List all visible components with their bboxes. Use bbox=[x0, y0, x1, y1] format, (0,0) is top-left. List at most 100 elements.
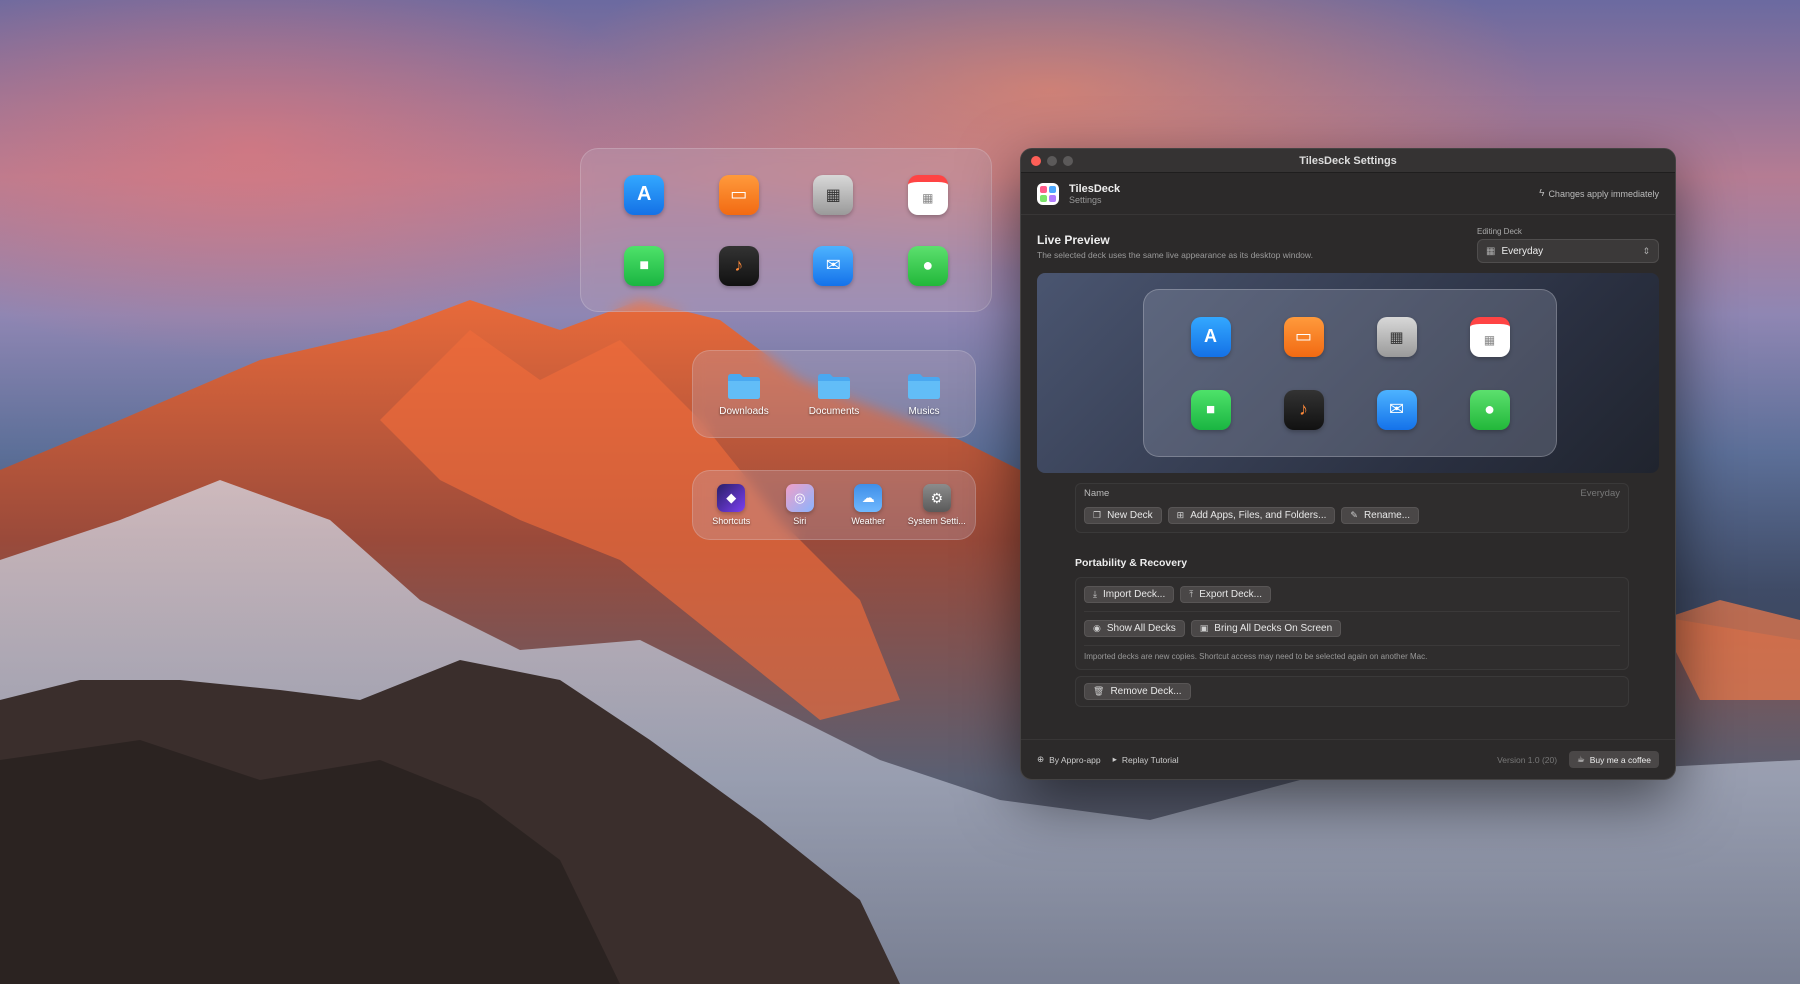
calendar-icon[interactable]: ▦ bbox=[907, 174, 948, 215]
calculator-icon: ▦ bbox=[1376, 316, 1417, 357]
pencil-icon: ✎ bbox=[1350, 510, 1358, 520]
app-subtitle: Settings bbox=[1069, 194, 1102, 205]
garageband-icon[interactable]: ♪ bbox=[718, 245, 759, 286]
preview-deck: A ▭ ▦ ▦ ■ ♪ ✉ ● bbox=[1143, 289, 1557, 457]
folder-label: Musics bbox=[908, 405, 940, 417]
chevron-updown-icon: ⇕ bbox=[1642, 245, 1650, 256]
rename-button[interactable]: ✎ Rename... bbox=[1341, 507, 1420, 524]
new-deck-button[interactable]: ❐ New Deck bbox=[1084, 507, 1162, 524]
app-siri[interactable]: ◎ Siri bbox=[766, 479, 835, 531]
app-store-icon[interactable]: A bbox=[624, 174, 665, 215]
weather-icon: ☁ bbox=[854, 484, 883, 512]
settings-window[interactable]: TilesDeck Settings TilesDeck Settings ϟ … bbox=[1020, 148, 1676, 780]
show-all-label: Show All Decks bbox=[1106, 623, 1176, 634]
live-preview-description: The selected deck uses the same live app… bbox=[1037, 250, 1313, 260]
remove-label: Remove Deck... bbox=[1110, 686, 1182, 697]
close-button[interactable] bbox=[1031, 156, 1041, 166]
minimize-button[interactable] bbox=[1047, 156, 1057, 166]
import-label: Import Deck... bbox=[1102, 589, 1166, 600]
books-icon[interactable]: ▭ bbox=[718, 174, 759, 215]
folder-documents[interactable]: Documents bbox=[789, 359, 879, 429]
facetime-icon: ■ bbox=[1190, 389, 1231, 430]
folder-icon bbox=[818, 373, 850, 399]
editing-deck-label: Editing Deck bbox=[1477, 227, 1522, 236]
import-note: Imported decks are new copies. Shortcut … bbox=[1084, 652, 1428, 661]
app-label: Shortcuts bbox=[712, 516, 751, 526]
zoom-button[interactable] bbox=[1063, 156, 1073, 166]
calculator-icon[interactable]: ▦ bbox=[813, 174, 854, 215]
bolt-icon: ϟ bbox=[1539, 188, 1545, 199]
by-link[interactable]: ⊕ By Appro-app bbox=[1037, 754, 1101, 765]
mail-icon: ✉ bbox=[1376, 389, 1417, 430]
export-deck-button[interactable]: ⤒ Export Deck... bbox=[1180, 586, 1272, 603]
add-items-label: Add Apps, Files, and Folders... bbox=[1190, 510, 1327, 521]
shortcuts-icon: ◆ bbox=[717, 484, 746, 512]
changes-text: Changes apply immediately bbox=[1548, 188, 1659, 199]
remove-deck-button[interactable]: 🗑 Remove Deck... bbox=[1084, 683, 1191, 700]
garageband-icon: ♪ bbox=[1283, 389, 1324, 430]
replay-tutorial-link[interactable]: ▸ Replay Tutorial bbox=[1113, 754, 1179, 765]
desktop-deck-system[interactable]: ◆ Shortcuts ◎ Siri ☁ Weather ⚙ System Se… bbox=[692, 470, 976, 540]
app-label: Siri bbox=[793, 516, 807, 526]
deck-section: Name Everyday ❐ New Deck ⊞ Add Apps, Fil… bbox=[1075, 483, 1629, 533]
new-deck-icon: ❐ bbox=[1093, 510, 1102, 520]
screen-icon: ▣ bbox=[1199, 623, 1209, 633]
footer: ⊕ By Appro-app ▸ Replay Tutorial Version… bbox=[1021, 739, 1675, 779]
app-shortcuts[interactable]: ◆ Shortcuts bbox=[697, 479, 766, 531]
app-name: TilesDeck bbox=[1069, 182, 1121, 195]
siri-icon: ◎ bbox=[785, 484, 814, 512]
export-icon: ⤒ bbox=[1189, 589, 1194, 599]
tilesdeck-logo-icon bbox=[1037, 182, 1059, 205]
remove-row: 🗑 Remove Deck... bbox=[1076, 677, 1628, 706]
show-all-decks-button[interactable]: ◉ Show All Decks bbox=[1084, 620, 1185, 637]
window-title: TilesDeck Settings bbox=[1299, 154, 1397, 167]
import-export-row: ⤓ Import Deck... ⤒ Export Deck... bbox=[1076, 578, 1628, 611]
folder-downloads[interactable]: Downloads bbox=[699, 359, 789, 429]
add-items-button[interactable]: ⊞ Add Apps, Files, and Folders... bbox=[1167, 507, 1336, 524]
desktop-deck-apps[interactable]: A ▭ ▦ ▦ ■ ♪ ✉ ● bbox=[580, 148, 992, 312]
folder-label: Documents bbox=[808, 405, 860, 417]
globe-icon: ⊕ bbox=[1037, 754, 1045, 764]
editing-deck-select[interactable]: ▦ Everyday ⇕ bbox=[1477, 239, 1659, 263]
facetime-icon[interactable]: ■ bbox=[624, 245, 665, 286]
window-controls bbox=[1031, 156, 1073, 166]
coffee-label: Buy me a coffee bbox=[1589, 754, 1651, 765]
live-preview-title: Live Preview bbox=[1037, 233, 1110, 247]
by-label: By Appro-app bbox=[1049, 754, 1101, 765]
books-icon: ▭ bbox=[1283, 316, 1324, 357]
folder-label: Downloads bbox=[719, 405, 769, 417]
remove-section: 🗑 Remove Deck... bbox=[1075, 676, 1629, 707]
app-store-icon: A bbox=[1190, 316, 1231, 357]
version-label: Version 1.0 (20) bbox=[1497, 754, 1558, 765]
app-label: System Setti... bbox=[907, 516, 966, 526]
add-items-icon: ⊞ bbox=[1176, 510, 1185, 520]
folder-musics[interactable]: Musics bbox=[879, 359, 969, 429]
folder-icon bbox=[908, 373, 940, 399]
name-row: Name Everyday bbox=[1076, 484, 1628, 499]
bring-all-decks-button[interactable]: ▣ Bring All Decks On Screen bbox=[1190, 620, 1342, 637]
coffee-icon: ☕ bbox=[1577, 754, 1585, 764]
gear-icon: ⚙ bbox=[922, 484, 951, 512]
replay-label: Replay Tutorial bbox=[1121, 754, 1179, 765]
app-system-settings[interactable]: ⚙ System Setti... bbox=[903, 479, 972, 531]
export-label: Export Deck... bbox=[1199, 589, 1263, 600]
portability-title: Portability & Recovery bbox=[1075, 557, 1188, 569]
desktop-deck-folders[interactable]: Downloads Documents Musics bbox=[692, 350, 976, 438]
bring-all-label: Bring All Decks On Screen bbox=[1214, 623, 1333, 634]
changes-note: ϟ Changes apply immediately bbox=[1539, 188, 1659, 199]
play-icon: ▸ bbox=[1112, 754, 1117, 764]
title-bar[interactable]: TilesDeck Settings bbox=[1021, 149, 1675, 173]
messages-icon[interactable]: ● bbox=[907, 245, 948, 286]
import-deck-button[interactable]: ⤓ Import Deck... bbox=[1084, 586, 1175, 603]
app-header: TilesDeck Settings ϟ Changes apply immed… bbox=[1021, 173, 1675, 215]
deck-actions: ❐ New Deck ⊞ Add Apps, Files, and Folder… bbox=[1076, 499, 1628, 532]
portability-section: ⤓ Import Deck... ⤒ Export Deck... ◉ Show… bbox=[1075, 577, 1629, 670]
mail-icon[interactable]: ✉ bbox=[813, 245, 854, 286]
app-weather[interactable]: ☁ Weather bbox=[834, 479, 903, 531]
buy-coffee-button[interactable]: ☕ Buy me a coffee bbox=[1569, 751, 1659, 768]
live-preview-header: Live Preview The selected deck uses the … bbox=[1021, 215, 1675, 263]
name-label: Name bbox=[1084, 488, 1110, 499]
name-value: Everyday bbox=[1580, 488, 1620, 499]
messages-icon: ● bbox=[1469, 389, 1510, 430]
live-preview-box: A ▭ ▦ ▦ ■ ♪ ✉ ● bbox=[1037, 273, 1659, 473]
